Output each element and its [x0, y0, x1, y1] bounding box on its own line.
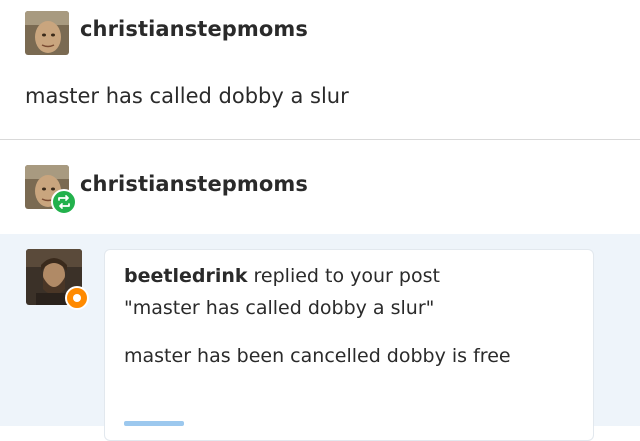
reply-badge-icon	[65, 286, 89, 310]
post2-username[interactable]: christianstepmoms	[80, 172, 308, 196]
reply-link-partial[interactable]	[124, 421, 184, 426]
reply-quoted-post[interactable]: "master has called dobby a slur"	[124, 297, 434, 319]
reply-text: master has been cancelled dobby is free	[124, 345, 511, 367]
reblog-icon	[51, 189, 77, 215]
reply-username[interactable]: beetledrink	[124, 265, 248, 287]
post1-body-text: master has called dobby a slur	[25, 84, 349, 108]
reply-action: replied to your post	[247, 265, 440, 287]
post1-avatar[interactable]	[25, 11, 69, 55]
reply-header: beetledrink replied to your post	[124, 265, 440, 287]
post1-username[interactable]: christianstepmoms	[80, 17, 308, 41]
post-divider	[0, 139, 640, 140]
